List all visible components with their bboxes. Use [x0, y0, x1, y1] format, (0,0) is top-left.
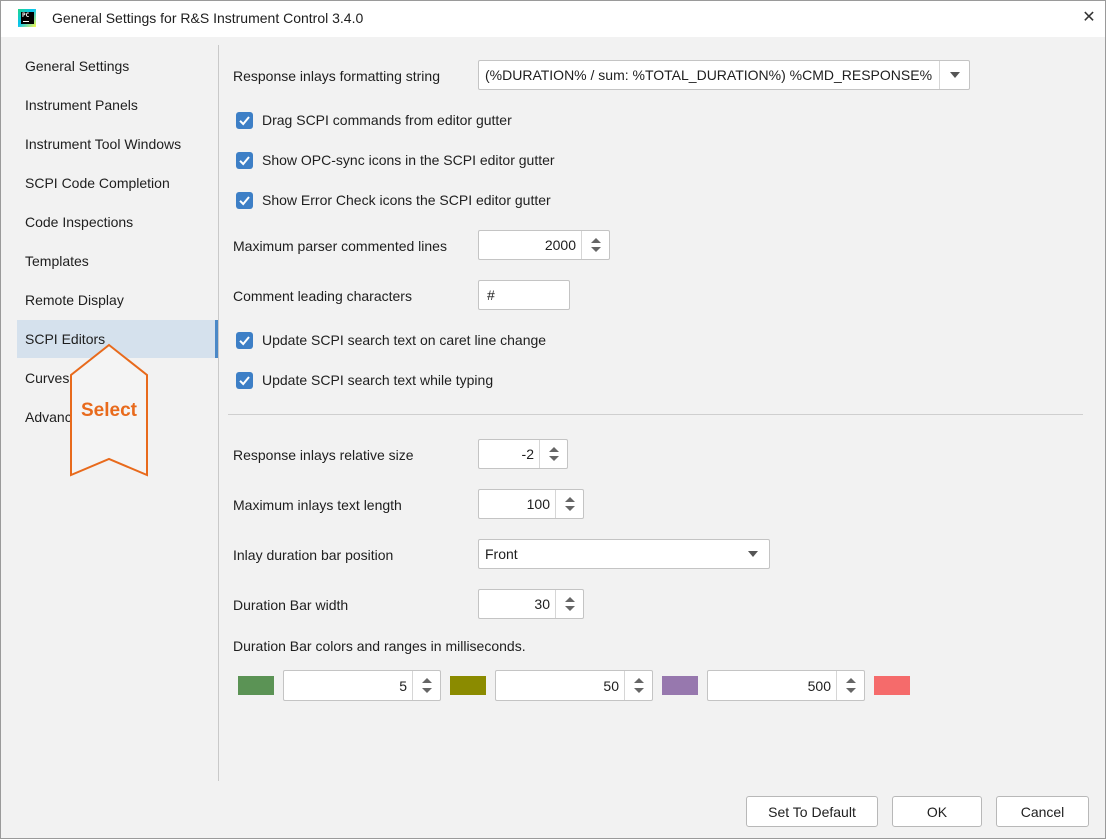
update-search-typing-checkbox[interactable] [236, 371, 253, 389]
range-stepper-1[interactable]: 5 [283, 670, 441, 701]
title-bar: PC General Settings for R&S Instrument C… [1, 1, 1105, 37]
opc-sync-checkbox[interactable] [236, 151, 253, 169]
stepper-arrows-icon[interactable] [555, 490, 583, 518]
duration-bar-width-label: Duration Bar width [233, 597, 349, 613]
color-swatch-3[interactable] [662, 676, 698, 695]
max-parser-lines-stepper[interactable]: 2000 [478, 230, 610, 260]
range-value-1: 5 [399, 677, 407, 694]
comment-chars-label: Comment leading characters [233, 288, 412, 304]
opc-sync-label: Show OPC-sync icons in the SCPI editor g… [262, 152, 555, 168]
update-search-caret-row[interactable]: Update SCPI search text on caret line ch… [236, 330, 546, 350]
check-icon [239, 155, 250, 165]
window-title: General Settings for R&S Instrument Cont… [52, 10, 364, 26]
duration-colors-label: Duration Bar colors and ranges in millis… [233, 638, 526, 654]
pycharm-app-icon: PC [18, 9, 36, 27]
update-search-caret-label: Update SCPI search text on caret line ch… [262, 332, 547, 348]
color-swatch-2[interactable] [450, 676, 486, 695]
error-check-row[interactable]: Show Error Check icons the SCPI editor g… [236, 190, 551, 210]
inlays-relative-size-value: -2 [521, 446, 534, 462]
max-inlays-length-label: Maximum inlays text length [233, 497, 402, 513]
duration-bar-width-value: 30 [534, 596, 550, 612]
update-search-caret-checkbox[interactable] [236, 331, 253, 349]
drag-scpi-row[interactable]: Drag SCPI commands from editor gutter [236, 110, 512, 130]
stepper-arrows-icon[interactable] [555, 590, 583, 618]
sidebar-item-instrument-tool-windows[interactable]: Instrument Tool Windows [17, 125, 218, 163]
stepper-arrows-icon[interactable] [624, 671, 652, 700]
duration-bar-position-select[interactable]: Front [478, 539, 770, 569]
inlays-relative-size-stepper[interactable]: -2 [478, 439, 568, 469]
drag-scpi-label: Drag SCPI commands from editor gutter [262, 112, 512, 128]
chevron-down-icon[interactable] [939, 61, 969, 89]
response-format-value: (%DURATION% / sum: %TOTAL_DURATION%) %CM… [485, 67, 933, 83]
max-inlays-length-value: 100 [526, 496, 550, 512]
max-parser-lines-label: Maximum parser commented lines [233, 238, 447, 254]
response-format-combo[interactable]: (%DURATION% / sum: %TOTAL_DURATION%) %CM… [478, 60, 970, 90]
range-value-3: 500 [807, 677, 831, 694]
duration-bar-position-value: Front [485, 546, 518, 562]
drag-scpi-checkbox[interactable] [236, 111, 253, 129]
set-to-default-button[interactable]: Set To Default [746, 796, 878, 827]
check-icon [239, 335, 250, 345]
sidebar-item-templates[interactable]: Templates [17, 242, 218, 280]
sidebar-item-general-settings[interactable]: General Settings [17, 47, 218, 85]
callout-label: Select [81, 400, 137, 421]
check-icon [239, 115, 250, 125]
cancel-button[interactable]: Cancel [996, 796, 1089, 827]
comment-chars-field[interactable]: # [478, 280, 570, 310]
stepper-arrows-icon[interactable] [539, 440, 567, 468]
check-icon [239, 195, 250, 205]
app-icon-text: PC [22, 12, 30, 19]
range-stepper-2[interactable]: 50 [495, 670, 653, 701]
sidebar-divider [218, 45, 219, 781]
section-separator [228, 414, 1083, 415]
range-value-2: 50 [603, 677, 619, 694]
range-stepper-3[interactable]: 500 [707, 670, 865, 701]
error-check-label: Show Error Check icons the SCPI editor g… [262, 192, 551, 208]
ok-button[interactable]: OK [892, 796, 982, 827]
sidebar-item-remote-display[interactable]: Remote Display [17, 281, 218, 319]
duration-bar-width-stepper[interactable]: 30 [478, 589, 584, 619]
color-swatch-1[interactable] [238, 676, 274, 695]
max-inlays-length-stepper[interactable]: 100 [478, 489, 584, 519]
update-search-typing-row[interactable]: Update SCPI search text while typing [236, 370, 493, 390]
check-icon [239, 375, 250, 385]
opc-sync-row[interactable]: Show OPC-sync icons in the SCPI editor g… [236, 150, 555, 170]
settings-dialog: PC General Settings for R&S Instrument C… [0, 0, 1106, 839]
max-parser-lines-value: 2000 [544, 237, 576, 253]
stepper-arrows-icon[interactable] [412, 671, 440, 700]
error-check-checkbox[interactable] [236, 191, 253, 209]
stepper-arrows-icon[interactable] [581, 231, 609, 259]
sidebar-item-scpi-code-completion[interactable]: SCPI Code Completion [17, 164, 218, 202]
response-format-label: Response inlays formatting string [233, 68, 440, 84]
update-search-typing-label: Update SCPI search text while typing [262, 372, 494, 388]
close-icon[interactable]: ✕ [1078, 7, 1100, 29]
inlays-relative-size-label: Response inlays relative size [233, 447, 414, 463]
color-swatch-4[interactable] [874, 676, 910, 695]
comment-chars-value: # [487, 287, 495, 303]
chevron-down-icon[interactable] [743, 540, 763, 568]
sidebar-item-code-inspections[interactable]: Code Inspections [17, 203, 218, 241]
duration-bar-position-label: Inlay duration bar position [233, 547, 394, 563]
sidebar-item-instrument-panels[interactable]: Instrument Panels [17, 86, 218, 124]
stepper-arrows-icon[interactable] [836, 671, 864, 700]
